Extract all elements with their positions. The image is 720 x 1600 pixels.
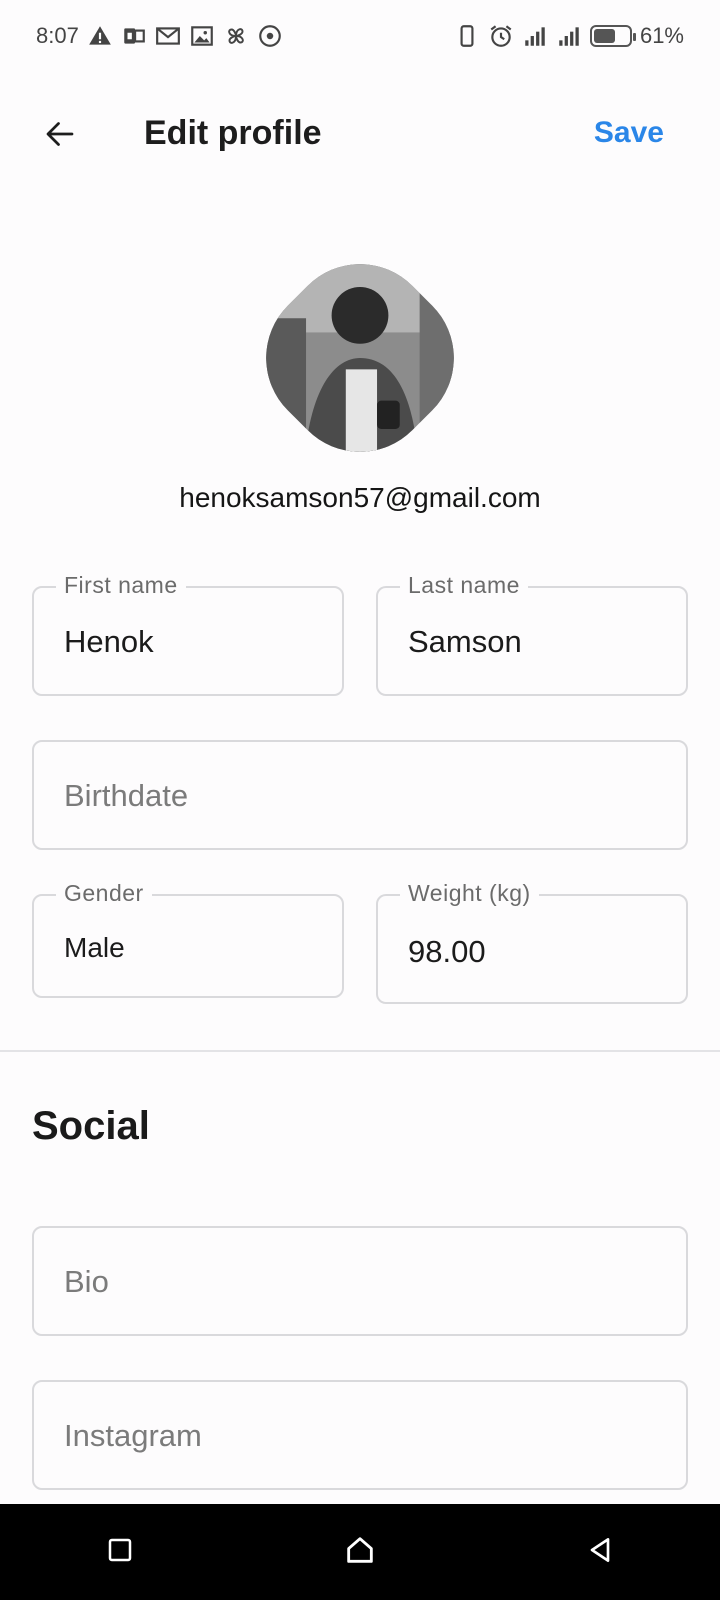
weight-label: Weight (kg) — [400, 880, 539, 907]
status-left: 8:07 — [36, 23, 283, 49]
first-name-field[interactable]: First name Henok — [32, 572, 344, 696]
signal-icon — [522, 23, 548, 49]
battery-percent: 61% — [639, 23, 684, 48]
home-icon — [343, 1533, 377, 1572]
profile-email: henoksamson57@gmail.com — [179, 482, 541, 513]
birthdate-field[interactable]: Birthdate — [32, 740, 688, 850]
home-button[interactable] — [330, 1522, 390, 1582]
status-right: 61% — [454, 23, 684, 49]
save-button[interactable]: Save — [594, 116, 664, 150]
gender-value: Male — [64, 932, 125, 963]
first-name-label: First name — [56, 572, 186, 599]
instagram-placeholder: Instagram — [64, 1418, 202, 1453]
recents-button[interactable] — [90, 1522, 150, 1582]
status-time: 8:07 — [36, 23, 79, 48]
gallery-icon — [189, 23, 215, 49]
status-bar: 8:07 61% — [0, 0, 720, 72]
battery-fill — [593, 29, 615, 43]
pinwheel-icon — [223, 23, 249, 49]
back-triangle-icon — [584, 1534, 616, 1571]
section-divider — [0, 1050, 720, 1052]
back-arrow-icon — [42, 116, 78, 157]
last-name-value: Samson — [408, 624, 522, 659]
gmail-icon — [155, 23, 181, 49]
first-name-value: Henok — [64, 624, 154, 659]
page-title: Edit profile — [144, 114, 322, 152]
instagram-field[interactable]: Instagram — [32, 1380, 688, 1490]
birthdate-placeholder: Birthdate — [64, 778, 189, 813]
bio-field[interactable]: Bio — [32, 1226, 688, 1336]
circle-dot-icon — [257, 23, 283, 49]
alarm-icon — [488, 23, 514, 49]
battery-icon — [589, 25, 636, 47]
warning-icon — [87, 23, 113, 49]
gender-label: Gender — [56, 880, 152, 907]
outlook-icon — [121, 23, 147, 49]
last-name-label: Last name — [400, 572, 528, 599]
battery-indicator: 61% — [589, 23, 684, 49]
social-section-title: Social — [32, 1104, 150, 1148]
last-name-field[interactable]: Last name Samson — [376, 572, 688, 696]
phone-outline-icon — [454, 23, 480, 49]
bio-placeholder: Bio — [64, 1264, 109, 1299]
avatar-photo — [235, 233, 485, 483]
weight-value: 98.00 — [408, 934, 486, 969]
avatar[interactable] — [235, 233, 485, 483]
recents-square-icon — [105, 1535, 135, 1570]
app-bar: Edit profile Save — [0, 96, 720, 176]
weight-field[interactable]: Weight (kg) 98.00 — [376, 880, 688, 1004]
nav-back-button[interactable] — [570, 1522, 630, 1582]
system-nav-bar — [0, 1504, 720, 1600]
back-button[interactable] — [32, 108, 88, 164]
signal-icon — [556, 23, 582, 49]
gender-dropdown[interactable]: Gender Male — [32, 880, 344, 998]
